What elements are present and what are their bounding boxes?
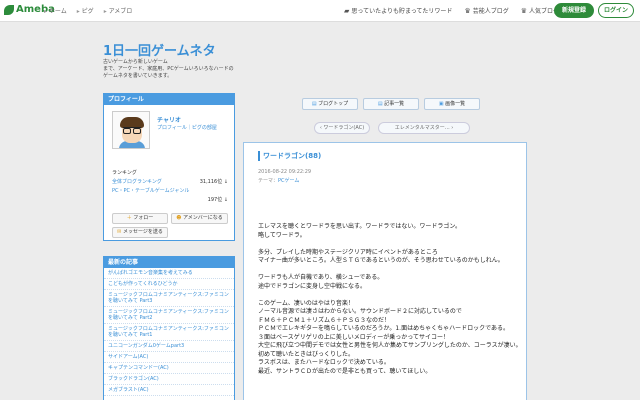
entry-paragraph: 途中でドラゴンに変身し空中戦になる。 [258, 282, 367, 290]
recent-entries-panel: 最新の記事 がんばれゴエモン音楽集を考えてみる こどもが作ってくれるひどうか ミ… [103, 256, 235, 400]
recent-entry-link[interactable]: ミュージックフロムコナミアンティークス:ファミコンを聴いてみて Part3 [104, 290, 234, 307]
next-entry-button[interactable]: エレメンタルマスター… › [378, 122, 470, 134]
profile-panel: プロフィール チャリオ プロフィール｜ピグの部屋 ランキング 全体ブログランキン… [103, 93, 235, 241]
nav-pigg-link[interactable]: ピグ [77, 6, 94, 15]
chevron-left-icon: ‹ [319, 125, 322, 131]
login-button[interactable]: ログイン [598, 3, 634, 18]
follow-button-label: フォロー [133, 215, 154, 221]
recent-entry-link[interactable]: がんばれゴエモン音楽集を考えてみる [104, 268, 234, 279]
chevron-right-icon: › [451, 125, 454, 131]
entry-paragraph: 略してワードラ。 [258, 231, 306, 239]
recent-entry-link[interactable]: ミュージックフロムコナミアンティークス:ファミコンを聴いてみて Part1 [104, 324, 234, 341]
global-nav: ホーム ピグ アメブロ [44, 6, 132, 15]
rewards-link[interactable]: ▰ 思っていたよりも貯まってたリワード [344, 6, 453, 16]
bookmark-icon: ▰ [344, 6, 350, 15]
recent-entry-link[interactable]: サイドアーム(AC) [104, 352, 234, 363]
entry-paragraph: エレマスを聴くとワードラを思い出す。ワードラではない。ワードラゴン。 [258, 223, 462, 230]
entry-date: 2016-08-22 09:22:29 [258, 169, 312, 175]
entry-theme: テーマ：PCゲーム [258, 177, 299, 184]
previous-entry-button[interactable]: ‹ ワードラゴン(AC) [314, 122, 370, 134]
top-navigation-bar: Ameba ホーム ピグ アメブロ ▰ 思っていたよりも貯まってたリワード ♛ … [0, 0, 640, 22]
list-icon: ▤ [377, 101, 383, 107]
blog-title[interactable]: 1日一回ゲームネタ [103, 40, 216, 59]
entry-paragraph: このゲーム、凄いのはやはり音楽！ [258, 299, 354, 307]
entry-paragraph: ＦＭ６＋ＰＣＭ１＋リズム６＋ＰＳＧ３なのだ！ [258, 316, 391, 324]
celebrity-blog-link[interactable]: ♛ 芸能人ブログ [464, 6, 509, 16]
blog-top-button[interactable]: ▤ ブログトップ [302, 98, 358, 110]
new-register-button[interactable]: 新規登録 [554, 3, 594, 18]
blog-top-label: ブログトップ [318, 101, 349, 107]
profile-panel-heading: プロフィール [104, 94, 234, 105]
blog-entry: ワードラゴン(88) 2016-08-22 09:22:29 テーマ：PCゲーム… [243, 142, 527, 400]
entry-title[interactable]: ワードラゴン(88) [258, 151, 321, 161]
article-list-button[interactable]: ▤ 記事一覧 [363, 98, 419, 110]
genre-ranking-value: 197位 ↓ [207, 197, 228, 203]
recent-entry-link[interactable]: メガブラスト(AC) [104, 385, 234, 396]
image-icon: ▣ [438, 101, 444, 107]
crown-icon: ♛ [520, 6, 528, 15]
genre-ranking-value-row: 197位 ↓ [112, 196, 228, 203]
next-entry-label: エレメンタルマスター… [394, 125, 450, 131]
entry-paragraph: ワードラも人が自機であり、横シューである。 [258, 274, 384, 281]
recent-entries-heading: 最新の記事 [104, 257, 234, 268]
avatar[interactable] [112, 111, 150, 149]
amember-button-label: アメンバーになる [183, 215, 223, 221]
celebrity-blog-label: 芸能人ブログ [472, 8, 509, 15]
profile-links[interactable]: プロフィール｜ピグの部屋 [157, 124, 217, 131]
document-icon: ▤ [311, 101, 317, 107]
entry-paragraph: 大空に飛び立つ中間デモでは女性と男性を何人か集めてサンプリングしたのか、コーラス… [258, 342, 522, 349]
genre-ranking-link[interactable]: PC・PC・テーブルゲームジャンル [112, 187, 189, 194]
recent-entry-link[interactable]: ユニコーンガンダム0ゲームpart3 [104, 341, 234, 352]
ranking-label: ランキング [112, 170, 137, 176]
genre-ranking-row: PC・PC・テーブルゲームジャンル [112, 187, 228, 194]
recent-entry-link[interactable]: こどもが作ってくれるひどうか [104, 279, 234, 290]
blog-description: 古いゲームから新しいゲーム まで、アーケード、家庭用、PCゲームいろいろなハード… [103, 59, 283, 80]
entry-paragraph: 最近、サントラＣＤが出たので是非とも買って、聴いてほしい。 [258, 367, 432, 375]
recent-entry-link[interactable]: ブラックドラゴン(AC) [104, 374, 234, 385]
crown-icon: ♛ [464, 6, 471, 15]
avatar-glasses [123, 127, 141, 134]
entry-paragraph: ＰＣＭでエレキギターを鳴らしているのだろうか。1.面はめちゃくちゃハードロックで… [258, 325, 510, 332]
entry-paragraph: ノーマル音源では凄さはわからない。サウンドボード２に対応しているので [258, 308, 462, 315]
previous-entry-label: ワードラゴン(AC) [323, 125, 365, 131]
overall-ranking-link[interactable]: 全体ブログランキング [112, 178, 162, 185]
send-message-label: メッセージを送る [122, 229, 163, 235]
blog-description-line: 古いゲームから新しいゲーム [103, 59, 168, 65]
entry-theme-label: テーマ： [258, 178, 279, 184]
rewards-link-label: 思っていたよりも貯まってたリワード [351, 8, 453, 15]
follow-button[interactable]: ＋ フォロー [112, 213, 168, 224]
profile-name[interactable]: チャリオ [157, 115, 181, 124]
entry-paragraph: 初めて聴いたときはびっくりした。 [258, 350, 355, 358]
blog-description-line: ゲームネタを書いていきます。 [103, 73, 173, 79]
amember-button[interactable]: ☻ アメンバーになる [171, 213, 228, 224]
recent-entry-link[interactable]: ミュージックフロムコナミアンティークス:ファミコンを聴いてみて Part2 [104, 307, 234, 324]
envelope-icon: ✉ [117, 229, 122, 235]
image-list-label: 画像一覧 [445, 101, 466, 107]
nav-ameblo-link[interactable]: アメブロ [104, 6, 133, 15]
nav-home-link[interactable]: ホーム [44, 6, 67, 15]
recent-entry-link[interactable]: キャプテンコマンドー(AC) [104, 363, 234, 374]
entry-body: エレマスを聴くとワードラを思い出す。ワードラではない。ワードラゴン。 略してワー… [258, 223, 522, 376]
entry-theme-link[interactable]: PCゲーム [278, 178, 299, 184]
entry-paragraph: マイナー曲が多いところ。人型ＳＴＧであるというのが、そう思わせているのかもしれん… [258, 257, 504, 264]
overall-ranking-value: 31,116位 ↓ [199, 179, 228, 185]
plus-icon: ＋ [126, 215, 132, 221]
blog-description-line: まで、アーケード、家庭用、PCゲームいろいろなハードの [103, 66, 234, 72]
send-message-button[interactable]: ✉ メッセージを送る [112, 227, 168, 238]
entry-paragraph: ３面はベースゲリゲリの上に美しいメロディーが乗っかってサイコー！ [258, 333, 449, 341]
image-list-button[interactable]: ▣ 画像一覧 [424, 98, 480, 110]
header-right-links: ▰ 思っていたよりも貯まってたリワード ♛ 芸能人ブログ ♛ 人気ブログ [344, 6, 559, 16]
ameba-leaf-icon [4, 4, 14, 15]
entry-paragraph: ラスボスは、またハードなロックで決めている。 [258, 359, 390, 366]
people-icon: ☻ [176, 215, 182, 221]
article-list-label: 記事一覧 [384, 101, 405, 107]
entry-paragraph: 多分、プレイした時期やステージクリア時にイベントがあるところ [258, 248, 438, 256]
overall-ranking-row: 全体ブログランキング 31,116位 ↓ [112, 178, 228, 185]
